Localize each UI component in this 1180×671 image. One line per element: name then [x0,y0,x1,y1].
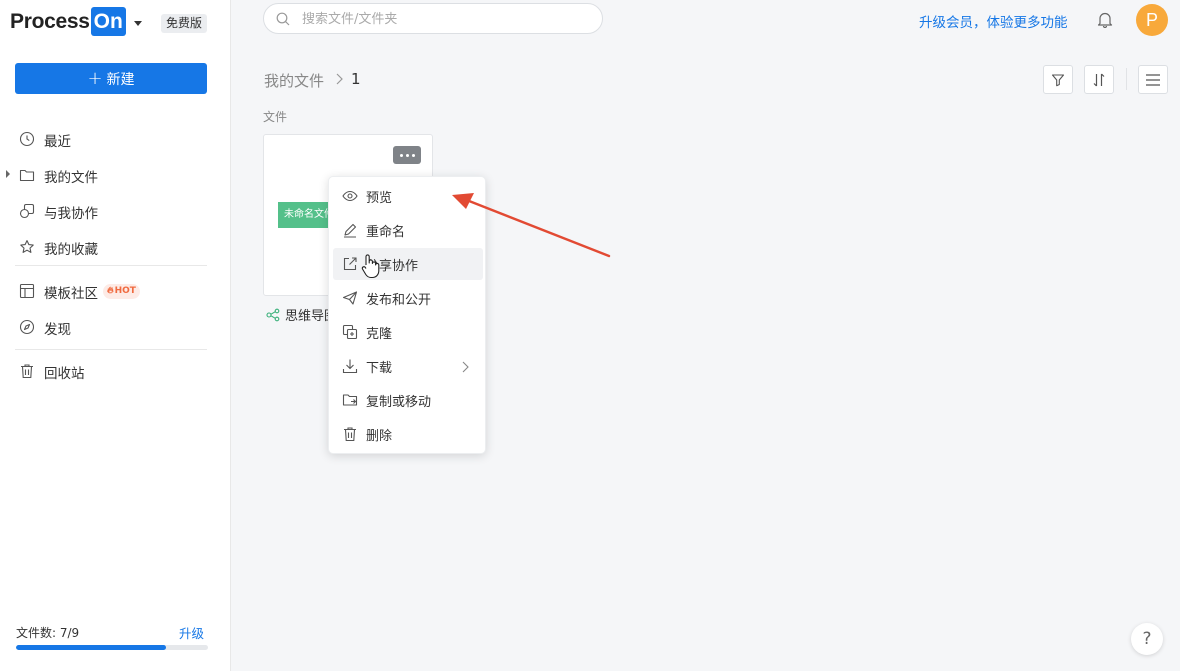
breadcrumb-current: 1 [351,70,361,88]
logo[interactable]: Process On [10,7,142,36]
share-icon [343,257,357,271]
sort-icon [1093,73,1105,86]
help-button[interactable]: ? [1131,623,1163,655]
collab-icon [19,203,35,219]
sidebar-item-discover[interactable]: 发现 [0,312,230,342]
star-icon [20,240,34,253]
sidebar-item-label: 与我协作 [44,206,98,222]
caret-down-icon[interactable] [133,20,142,26]
move-icon [342,394,358,406]
expand-arrow-icon[interactable] [6,170,10,178]
sort-button[interactable] [1084,65,1114,94]
hot-badge-label: HOT [114,286,136,296]
download-icon [342,359,358,374]
menu-item-copy-move[interactable]: 复制或移动 [333,384,483,416]
menu-lines-icon [1146,73,1160,86]
sidebar-item-label: 最近 [44,134,71,150]
divider [15,265,207,266]
hand-cursor-icon [361,254,380,279]
trash-icon [21,364,33,379]
sidebar-item-label: 我的文件 [44,170,98,186]
menu-item-label: 重命名 [366,225,406,240]
logo-text: Process [10,9,90,33]
divider [15,349,207,350]
logo-badge: On [90,7,126,36]
sidebar-item-label: 我的收藏 [44,242,98,258]
bell-icon[interactable] [1097,11,1113,28]
filter-icon [1051,73,1065,86]
upgrade-link-sidebar[interactable]: 升级 [179,623,204,642]
sidebar-item-favorites[interactable]: 我的收藏 [0,232,230,262]
section-label-files: 文件 [263,110,288,124]
search-icon [276,12,290,26]
send-icon [342,291,358,305]
file-count: 文件数: 7/9 [16,626,80,640]
menu-item-publish[interactable]: 发布和公开 [333,282,483,314]
filter-button[interactable] [1043,65,1073,94]
sidebar-item-label: 发现 [44,322,71,338]
hot-badge: 🔥︎ HOT [103,284,140,299]
toolbar-divider [1126,68,1127,90]
plus-icon: + [87,67,103,89]
clock-icon [19,131,35,147]
flame-icon: 🔥︎ [107,286,114,296]
storage-progress [16,645,208,650]
plan-badge: 免费版 [161,14,207,33]
mindmap-icon [266,308,280,321]
upgrade-membership-link[interactable]: 升级会员，体验更多功能 [919,11,1068,31]
trash-icon [344,427,356,442]
new-button-label: 新建 [106,71,135,88]
menu-item-label: 预览 [366,191,393,206]
menu-item-label: 发布和公开 [366,293,432,308]
sidebar-item-collab[interactable]: 与我协作 [0,196,230,226]
list-view-button[interactable] [1138,65,1168,94]
menu-item-clone[interactable]: 克隆 [333,316,483,348]
breadcrumb-root[interactable]: 我的文件 [264,70,324,91]
storage-progress-fill [16,645,166,650]
sidebar-item-my-files[interactable]: 我的文件 [0,160,230,190]
annotation-arrow-icon [452,193,611,258]
sidebar-item-label: 模板社区 [44,286,98,302]
template-icon [19,283,35,299]
menu-item-label: 删除 [366,429,393,444]
eye-icon [342,190,358,202]
sidebar: Process On 免费版 + 新建 最近 我的文件 与我协作 我的收藏 模板… [0,0,231,671]
search-box[interactable] [263,3,603,34]
menu-item-delete[interactable]: 删除 [333,418,483,450]
more-options-button[interactable] [393,146,421,164]
menu-item-label: 克隆 [366,327,393,342]
chevron-right-icon [336,73,343,85]
menu-item-label: 下载 [366,361,393,376]
menu-item-label: 复制或移动 [366,395,432,410]
sidebar-item-templates[interactable]: 模板社区 🔥︎ HOT [0,276,230,306]
search-input[interactable] [302,9,582,29]
sidebar-item-trash[interactable]: 回收站 [0,356,230,386]
compass-icon [19,319,35,335]
clone-icon [342,324,358,340]
avatar[interactable]: P [1136,4,1168,36]
folder-icon [19,169,35,182]
pencil-icon [344,223,357,238]
sidebar-item-recent[interactable]: 最近 [0,124,230,154]
chevron-right-icon [462,361,469,373]
file-title[interactable]: 思维导图 [266,305,337,324]
new-button[interactable]: + 新建 [15,63,207,94]
menu-item-download[interactable]: 下载 [333,350,483,382]
sidebar-item-label: 回收站 [44,366,85,382]
